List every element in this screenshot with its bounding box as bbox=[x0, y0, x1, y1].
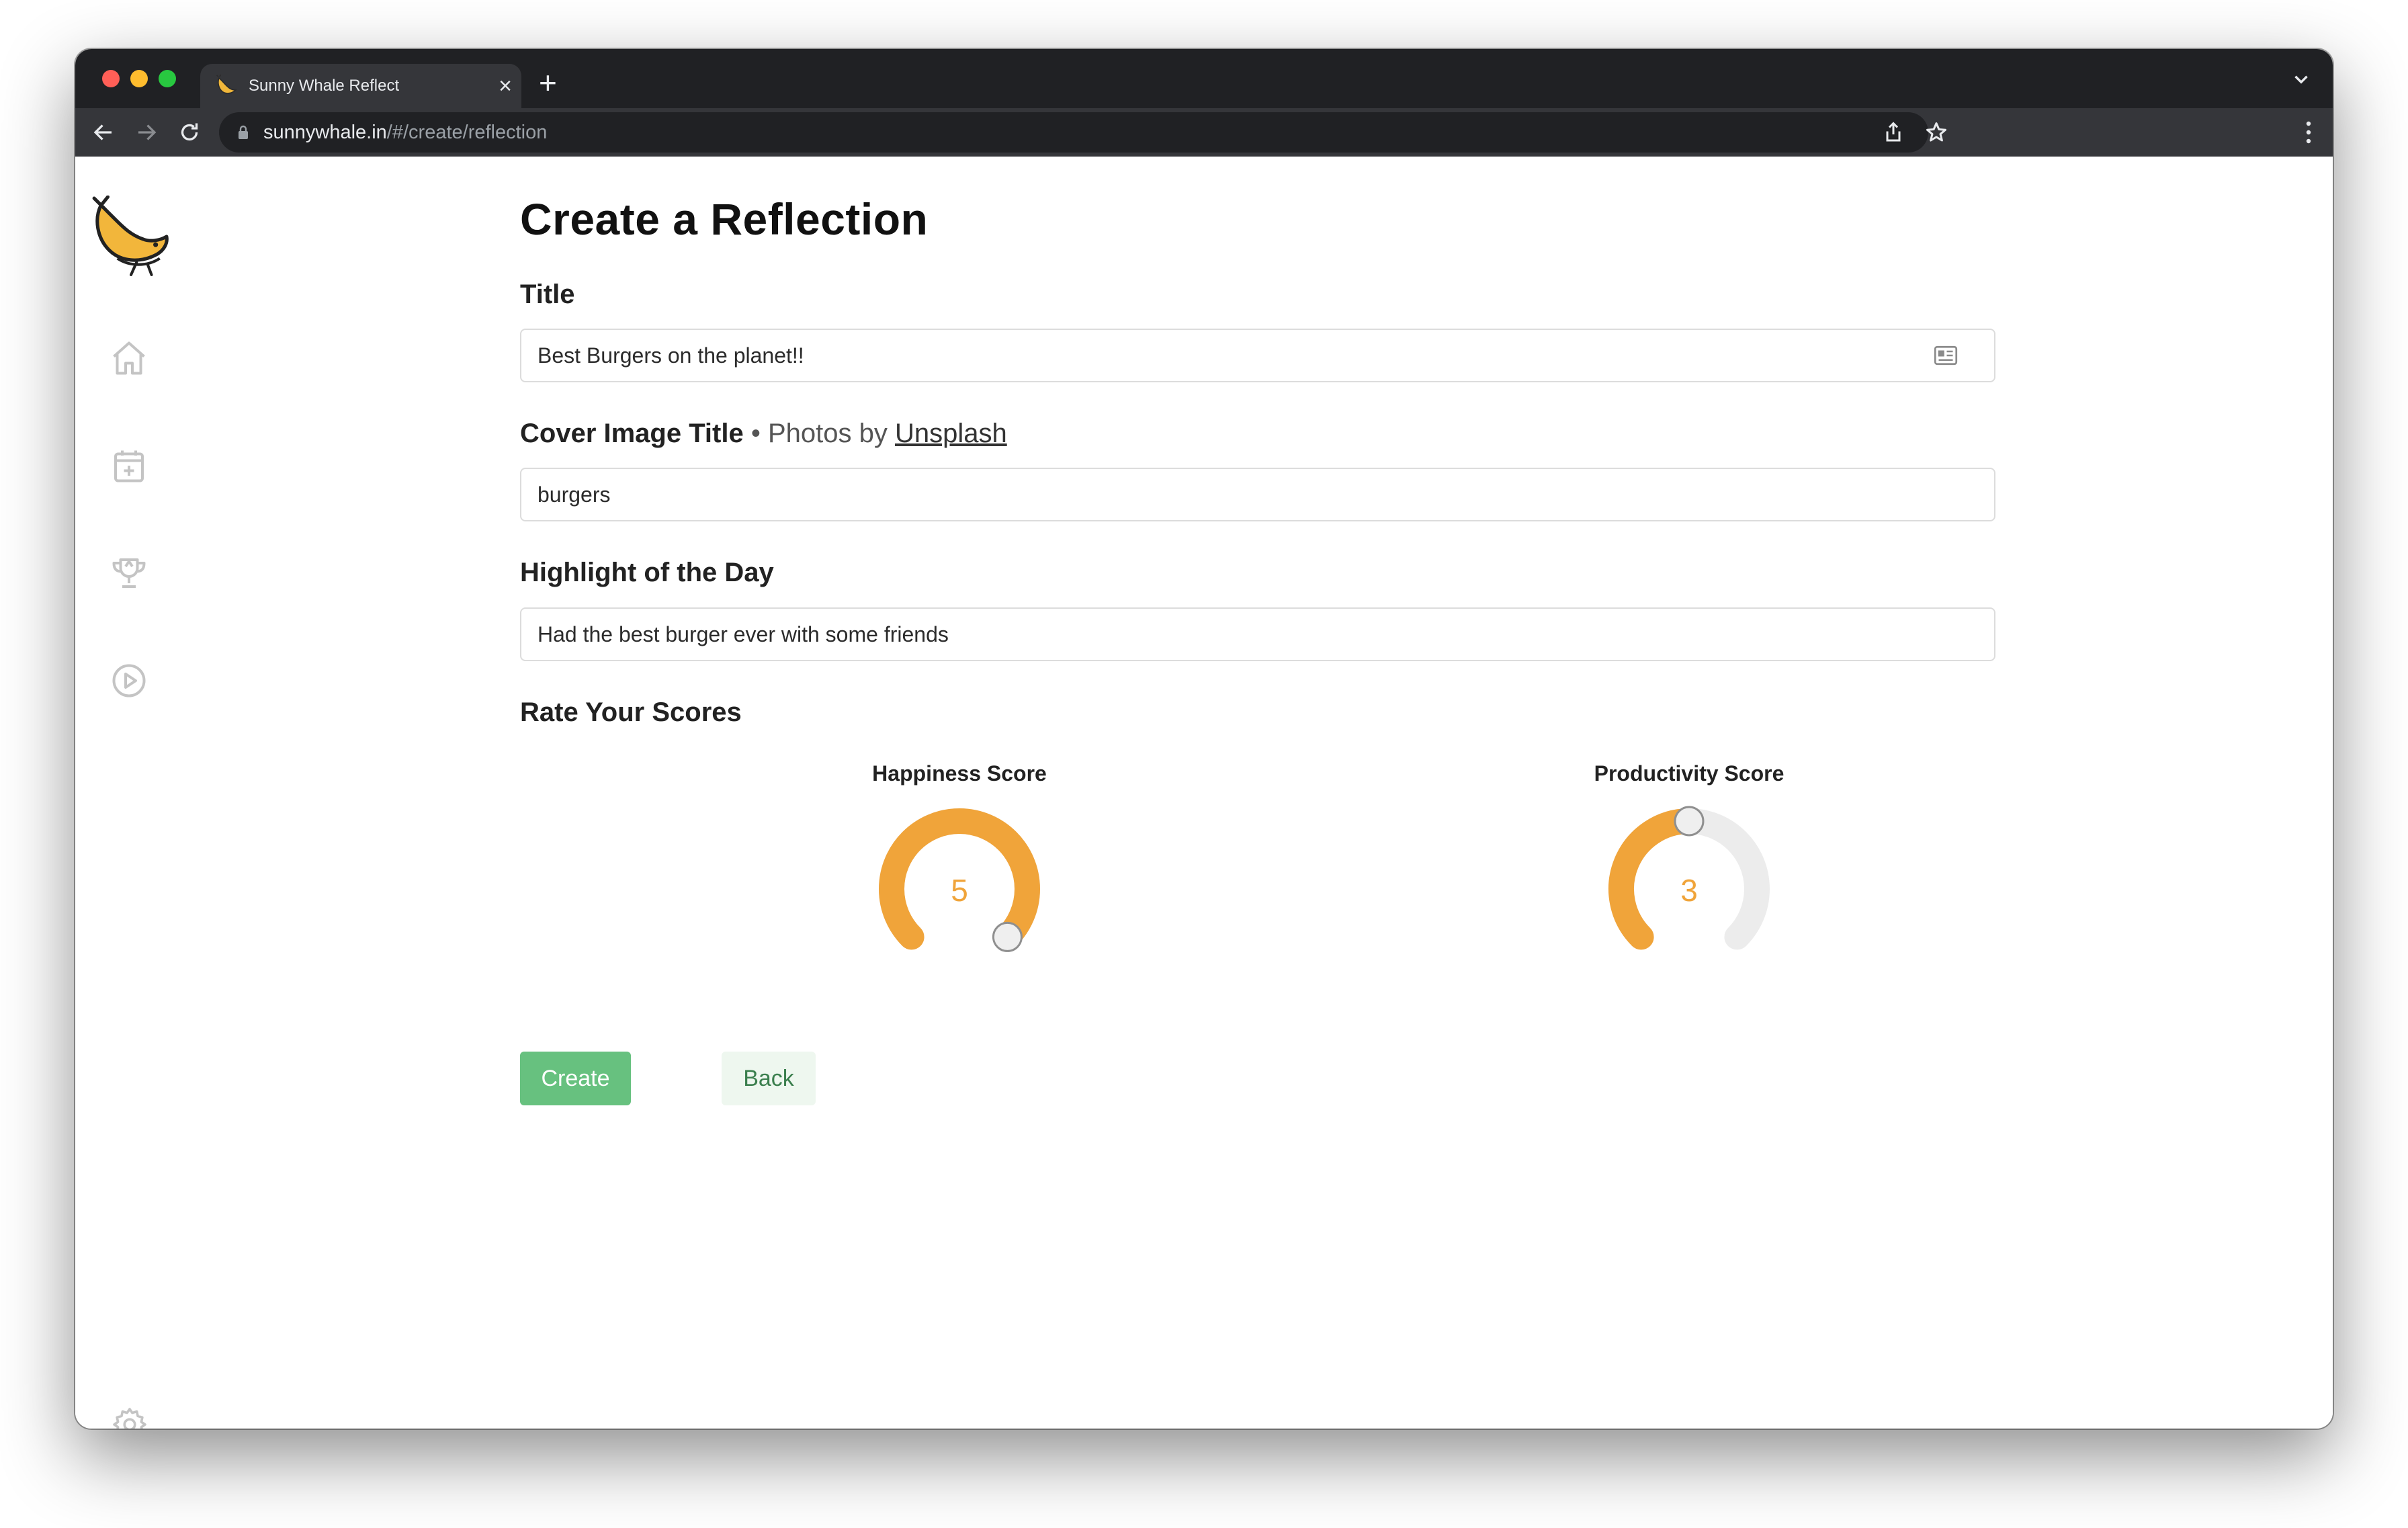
address-bar[interactable]: sunnywhale.in/#/create/reflection bbox=[219, 112, 1946, 153]
cover-image-label: Cover Image Title • Photos by Unsplash bbox=[520, 419, 1007, 448]
happiness-score-label: Happiness Score bbox=[872, 761, 1047, 786]
calendar-plus-icon[interactable] bbox=[109, 445, 149, 486]
autofill-card-icon[interactable] bbox=[1934, 345, 1958, 366]
zoom-window-button[interactable] bbox=[159, 70, 176, 87]
browser-toolbar: sunnywhale.in/#/create/reflection bbox=[75, 108, 2333, 157]
productivity-score-value: 3 bbox=[1680, 873, 1698, 908]
play-circle-icon[interactable] bbox=[109, 661, 149, 701]
happiness-score-value: 5 bbox=[951, 873, 968, 908]
close-window-button[interactable] bbox=[102, 70, 120, 87]
minimize-window-button[interactable] bbox=[130, 70, 148, 87]
happiness-gauge-knob[interactable] bbox=[992, 921, 1023, 952]
reload-icon[interactable] bbox=[177, 120, 202, 144]
highlight-label: Highlight of the Day bbox=[520, 558, 774, 587]
lock-icon bbox=[239, 125, 248, 139]
home-icon[interactable] bbox=[109, 338, 149, 378]
main-content: Create a Reflection Title Cover Image Ti… bbox=[183, 157, 2333, 1429]
productivity-score-label: Productivity Score bbox=[1594, 761, 1784, 786]
highlight-input[interactable] bbox=[520, 607, 1995, 661]
rate-scores-label: Rate Your Scores bbox=[520, 697, 742, 727]
create-button[interactable]: Create bbox=[520, 1052, 631, 1105]
browser-window: Sunny Whale Reflect × + sunnywhale.in/#/… bbox=[75, 49, 2333, 1429]
title-label: Title bbox=[520, 280, 575, 309]
unsplash-link[interactable]: Unsplash bbox=[895, 419, 1007, 448]
cover-image-input[interactable] bbox=[520, 468, 1995, 521]
back-arrow-icon[interactable] bbox=[91, 120, 116, 144]
browser-menu-icon[interactable] bbox=[2305, 120, 2313, 144]
sidebar bbox=[75, 157, 184, 1429]
title-input[interactable] bbox=[520, 329, 1995, 382]
tab-close-icon[interactable]: × bbox=[499, 64, 512, 108]
productivity-score-gauge[interactable]: 3 bbox=[1598, 802, 1780, 970]
forward-arrow-icon[interactable] bbox=[134, 120, 159, 144]
back-button[interactable]: Back bbox=[722, 1052, 816, 1105]
productivity-gauge-fill bbox=[1608, 808, 1702, 950]
bookmark-star-icon[interactable] bbox=[1924, 120, 1948, 144]
share-icon[interactable] bbox=[1881, 120, 1905, 144]
new-tab-button[interactable]: + bbox=[539, 62, 557, 103]
tab-title: Sunny Whale Reflect bbox=[249, 77, 400, 95]
page-title: Create a Reflection bbox=[520, 194, 929, 244]
chevron-down-icon[interactable] bbox=[2290, 68, 2313, 91]
url-text: sunnywhale.in/#/create/reflection bbox=[263, 122, 548, 143]
gear-icon[interactable] bbox=[110, 1405, 149, 1429]
trophy-icon[interactable] bbox=[109, 553, 149, 593]
browser-tab[interactable]: Sunny Whale Reflect × bbox=[200, 64, 521, 108]
sunny-whale-logo[interactable] bbox=[89, 196, 171, 278]
happiness-score-gauge[interactable]: 5 bbox=[869, 802, 1050, 970]
whale-favicon-icon bbox=[216, 75, 237, 94]
productivity-gauge-knob[interactable] bbox=[1674, 806, 1705, 837]
tab-strip: Sunny Whale Reflect × + bbox=[75, 49, 2333, 108]
